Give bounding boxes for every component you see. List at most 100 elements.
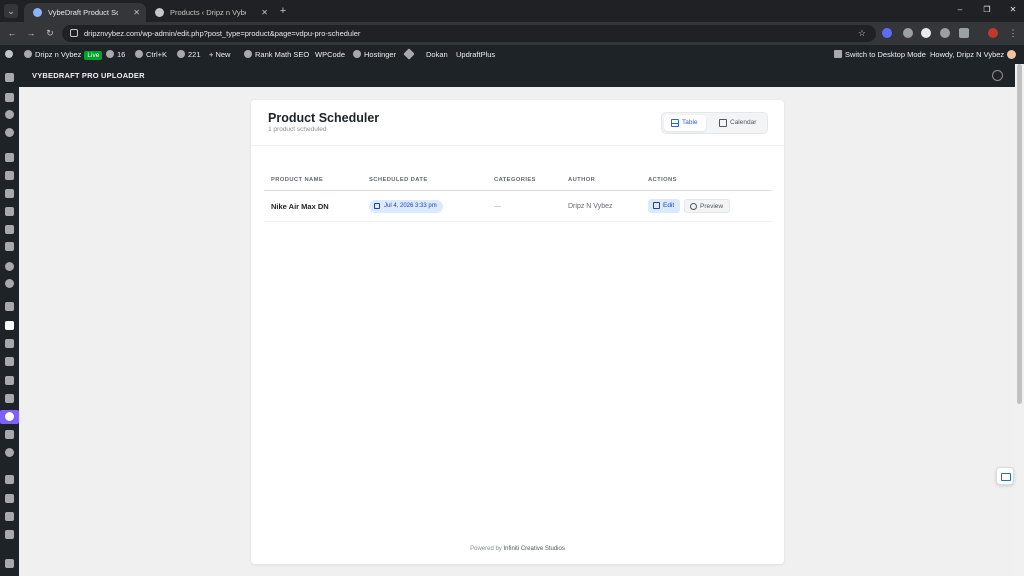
calendar-view-button[interactable]: Calendar <box>712 115 764 131</box>
settings-gear-icon[interactable] <box>992 70 1003 81</box>
forward-button[interactable]: → <box>25 27 37 39</box>
floating-chat-button[interactable] <box>996 467 1014 485</box>
powered-by-footer: Powered by Infiniti Creative Studios <box>470 546 565 552</box>
wordpress-favicon-icon <box>155 8 164 17</box>
live-badge: Live <box>84 51 103 60</box>
custom-plugin-icon[interactable] <box>5 512 14 521</box>
products-icon[interactable] <box>5 321 14 330</box>
extension-icon[interactable] <box>903 28 913 38</box>
stats-bar-icon[interactable] <box>5 376 14 385</box>
scheduled-date-badge: Jul 4, 2026 3:33 pm <box>369 200 443 213</box>
page-scrollbar[interactable] <box>1015 64 1024 576</box>
elementor-icon[interactable] <box>5 128 14 137</box>
custom-plugin-icon[interactable] <box>5 530 14 539</box>
address-bar[interactable]: dripznvybez.com/wp-admin/edit.php?post_t… <box>62 25 876 42</box>
table-view-button[interactable]: Table <box>664 115 706 131</box>
updraftplus-link[interactable]: UpdraftPlus <box>456 45 495 64</box>
close-tab-icon[interactable]: ✕ <box>261 3 268 22</box>
preview-button[interactable]: Preview <box>684 199 731 213</box>
star-icon[interactable] <box>5 559 14 568</box>
hostinger-link[interactable]: Hostinger <box>353 45 396 64</box>
crescent-icon[interactable] <box>5 448 14 457</box>
column-author: AUTHOR <box>568 177 596 183</box>
basket-icon[interactable] <box>5 430 14 439</box>
url-text: dripznvybez.com/wp-admin/edit.php?post_t… <box>84 29 361 38</box>
eye-icon <box>690 203 697 210</box>
site-info-icon[interactable] <box>70 29 78 37</box>
tab-title: VybeDraft Product Scheduler ‹ <box>48 8 118 17</box>
plugin-circle-icon[interactable] <box>5 279 14 288</box>
scheduler-header: Product Scheduler 1 product scheduled Ta… <box>251 100 784 146</box>
close-tab-icon[interactable]: ✕ <box>133 3 140 22</box>
extension-icon[interactable] <box>921 28 931 38</box>
browser-menu-icon[interactable]: ⋮ <box>1008 28 1018 38</box>
command-search-link[interactable]: Ctrl+K <box>135 45 167 64</box>
custom-plugin-icon[interactable] <box>5 475 14 484</box>
dashboard-icon[interactable] <box>5 73 14 82</box>
vybedraft-icon[interactable] <box>5 412 14 421</box>
wordpress-logo-icon[interactable] <box>5 45 16 64</box>
column-categories: CATEGORIES <box>494 177 536 183</box>
scrollbar-thumb[interactable] <box>1017 64 1022 404</box>
megaphone-icon[interactable] <box>5 394 14 403</box>
diamond-icon[interactable] <box>403 45 416 64</box>
bookmark-star-icon[interactable]: ☆ <box>858 25 866 42</box>
browser-tab-active[interactable]: VybeDraft Product Scheduler ‹ ✕ <box>24 3 146 22</box>
scheduled-count: 1 product scheduled <box>268 126 327 133</box>
new-content-link[interactable]: + New <box>209 45 230 64</box>
comments-link[interactable]: 221 <box>177 45 201 64</box>
dokan-link[interactable]: Dokan <box>426 45 448 64</box>
calendar-icon <box>719 119 727 127</box>
wp-admin-sidebar <box>0 64 19 576</box>
search-icon <box>135 50 143 58</box>
woocommerce-icon[interactable] <box>5 302 14 311</box>
marketing-icon[interactable] <box>5 357 14 366</box>
switch-desktop-mode-link[interactable]: Switch to Desktop Mode <box>834 45 926 64</box>
google-icon[interactable] <box>5 110 14 119</box>
reload-button[interactable]: ↻ <box>44 27 56 39</box>
new-tab-button[interactable]: + <box>277 3 289 19</box>
updates-link[interactable]: 16 <box>106 45 125 64</box>
speedometer-icon[interactable] <box>5 93 14 102</box>
tab-search-button[interactable]: ⌄ <box>4 4 18 18</box>
checkmark-icon[interactable] <box>5 225 14 234</box>
column-scheduled-date: SCHEDULED DATE <box>369 177 428 183</box>
profile-avatar[interactable] <box>988 28 998 38</box>
user-avatar <box>1007 50 1017 59</box>
wpcode-link[interactable]: WPCode <box>315 45 345 64</box>
author-value: Dripz N Vybez <box>568 203 613 210</box>
comment-icon <box>177 50 185 58</box>
rank-math-link[interactable]: Rank Math SEO <box>244 45 309 64</box>
column-product-name: PRODUCT NAME <box>271 177 324 183</box>
table-icon <box>671 119 679 127</box>
payments-icon[interactable] <box>5 339 14 348</box>
posts-pin-icon[interactable] <box>5 153 14 162</box>
product-name: Nike Air Max DN <box>271 202 329 211</box>
column-actions: ACTIONS <box>648 177 677 183</box>
edit-pencil-icon <box>653 202 660 209</box>
plugin-header-bar: VYBEDRAFT PRO UPLOADER <box>19 64 1015 87</box>
browser-tab-products[interactable]: Products ‹ Dripz n Vybez — Wo ✕ <box>146 3 274 22</box>
browser-tabstrip: ⌄ VybeDraft Product Scheduler ‹ ✕ Produc… <box>0 0 1024 22</box>
maximize-window-button[interactable]: ❒ <box>980 4 994 16</box>
howdy-user-menu[interactable]: Howdy, Dripz N Vybez <box>930 45 1017 64</box>
extension-icon[interactable] <box>882 28 892 38</box>
back-button[interactable]: ← <box>6 27 18 39</box>
settings-gear-icon[interactable] <box>5 262 14 271</box>
comments-icon[interactable] <box>5 207 14 216</box>
plugin-title: VYBEDRAFT PRO UPLOADER <box>32 71 145 80</box>
close-window-button[interactable]: ✕ <box>1006 4 1020 16</box>
pages-icon[interactable] <box>5 189 14 198</box>
minimize-window-button[interactable]: – <box>953 4 967 16</box>
custom-plugin-icon[interactable] <box>5 494 14 503</box>
media-icon[interactable] <box>5 171 14 180</box>
home-icon <box>24 50 32 58</box>
analytics-icon[interactable] <box>5 242 14 251</box>
edit-button[interactable]: Edit <box>648 199 681 213</box>
browser-toolbar: ← → ↻ dripznvybez.com/wp-admin/edit.php?… <box>0 22 1024 45</box>
extension-icon[interactable] <box>940 28 950 38</box>
extensions-puzzle-icon[interactable] <box>959 28 969 38</box>
page-title: Product Scheduler <box>268 111 380 125</box>
site-name-link[interactable]: Dripz n Vybez Live <box>24 45 103 64</box>
footer-brand-link[interactable]: Infiniti Creative Studios <box>503 546 564 552</box>
